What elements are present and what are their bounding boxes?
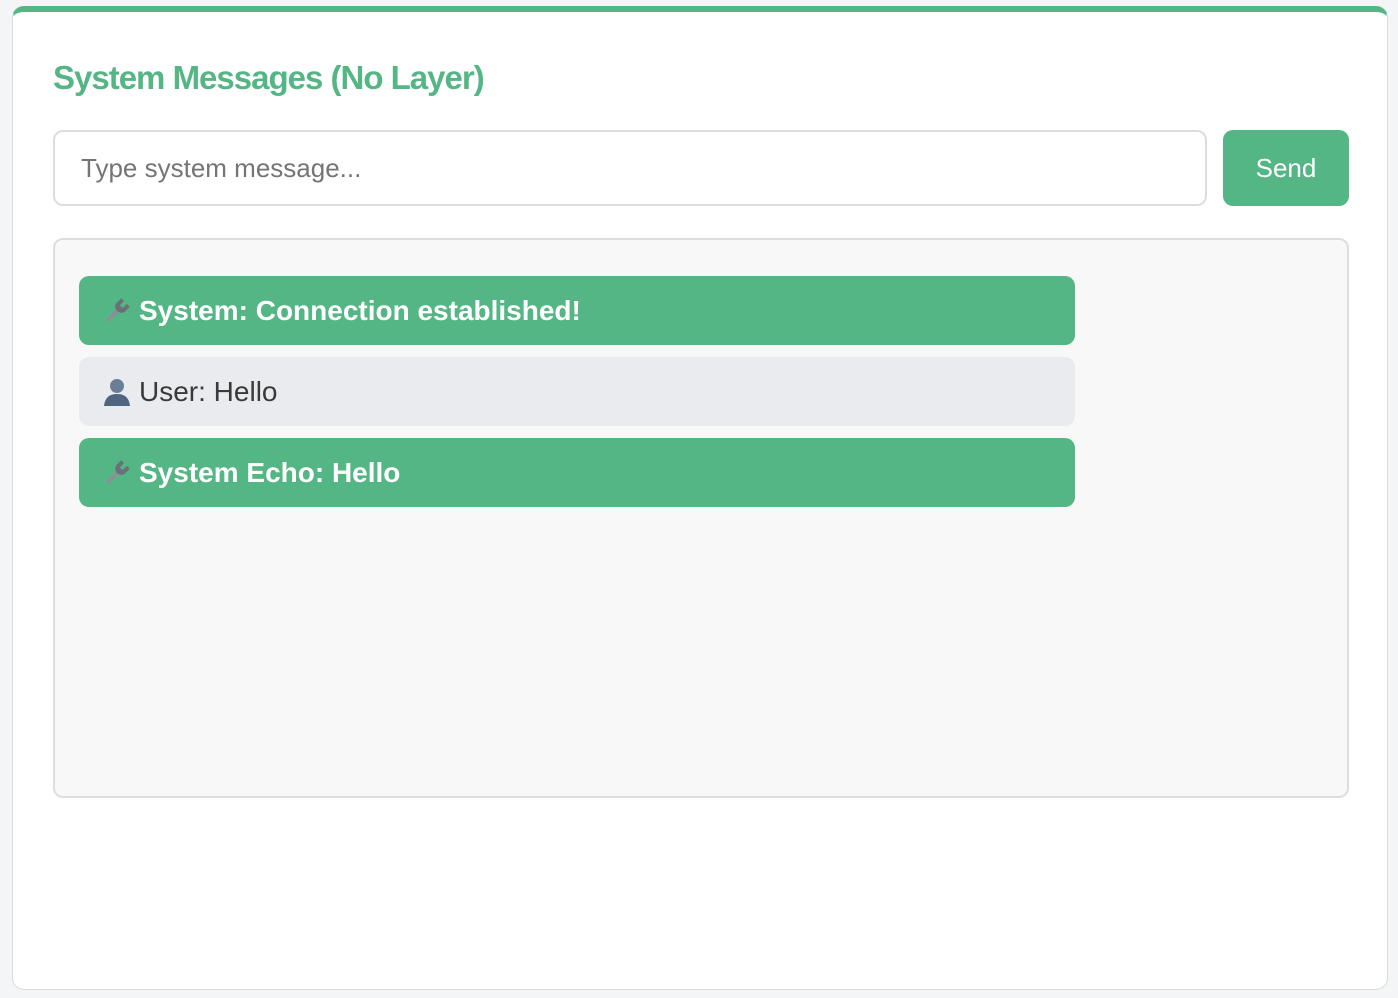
message-text: User: Hello — [139, 375, 278, 407]
system-messages-panel: System Messages (No Layer) Send System: … — [12, 6, 1388, 990]
message-text: System Echo: Hello — [139, 456, 401, 488]
wrench-icon — [101, 295, 133, 327]
message-log[interactable]: System: Connection established! User: He… — [53, 238, 1349, 798]
wrench-icon — [101, 457, 133, 489]
message-item: System Echo: Hello — [79, 438, 1075, 507]
message-text: System: Connection established! — [139, 294, 581, 326]
system-message-input[interactable] — [53, 130, 1207, 206]
panel-title: System Messages (No Layer) — [53, 59, 485, 96]
send-button[interactable]: Send — [1223, 130, 1349, 206]
message-item: User: Hello — [79, 357, 1075, 426]
user-icon — [101, 376, 133, 408]
message-item: System: Connection established! — [79, 276, 1075, 345]
